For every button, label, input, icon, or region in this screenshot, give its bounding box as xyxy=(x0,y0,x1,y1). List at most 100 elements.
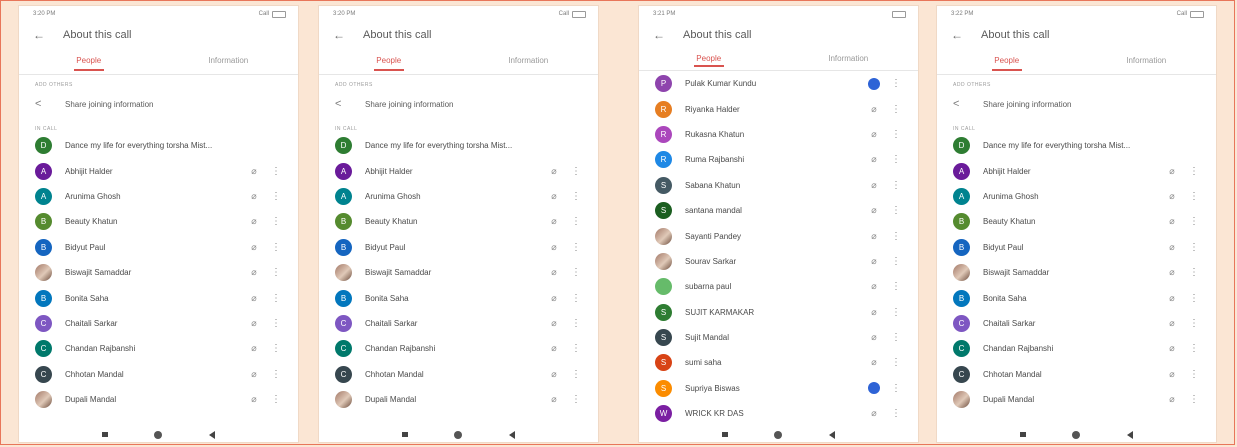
more-options-icon[interactable]: ⋮ xyxy=(1184,267,1204,278)
share-joining-info-button[interactable]: < Share joining information xyxy=(19,89,298,119)
participant-row[interactable]: P Pulak Kumar Kundu ⋮ xyxy=(639,71,918,96)
more-options-icon[interactable]: ⋮ xyxy=(886,180,906,191)
more-options-icon[interactable]: ⋮ xyxy=(566,267,586,278)
participant-row[interactable]: B Bidyut Paul ⌀ ⋮ xyxy=(319,235,598,260)
back-icon[interactable] xyxy=(208,430,215,439)
more-options-icon[interactable]: ⋮ xyxy=(566,343,586,354)
recents-icon[interactable] xyxy=(1020,432,1027,437)
participant-row[interactable]: A Arunima Ghosh ⌀ ⋮ xyxy=(319,184,598,209)
participant-row[interactable]: C Chhotan Mandal ⌀ ⋮ xyxy=(319,362,598,387)
tab-people[interactable]: People xyxy=(19,48,159,74)
more-options-icon[interactable]: ⋮ xyxy=(266,293,286,304)
participant-row[interactable]: A Arunima Ghosh ⌀ ⋮ xyxy=(937,184,1216,209)
more-options-icon[interactable]: ⋮ xyxy=(566,216,586,227)
more-options-icon[interactable]: ⋮ xyxy=(266,343,286,354)
participant-row[interactable]: W WRICK KR DAS ⌀ ⋮ xyxy=(639,401,918,426)
more-options-icon[interactable]: ⋮ xyxy=(266,394,286,405)
back-arrow-icon[interactable]: ← xyxy=(333,28,363,42)
participant-row[interactable]: Ssantana mandal ⌀ ⋮ xyxy=(639,198,918,223)
more-options-icon[interactable]: ⋮ xyxy=(566,394,586,405)
more-options-icon[interactable]: ⋮ xyxy=(886,256,906,267)
participant-row[interactable]: Biswajit Samaddar ⌀ ⋮ xyxy=(937,260,1216,285)
participant-row[interactable]: B Beauty Khatun ⌀ ⋮ xyxy=(19,209,298,234)
participant-row[interactable]: Dupali Mandal ⌀ ⋮ xyxy=(937,387,1216,412)
participant-row[interactable]: Ssumi saha ⌀ ⋮ xyxy=(639,350,918,375)
participant-row[interactable]: B Bonita Saha ⌀ ⋮ xyxy=(937,285,1216,310)
participant-row[interactable]: B Bidyut Paul ⌀ ⋮ xyxy=(19,235,298,260)
participant-row[interactable]: Dupali Mandal ⌀ ⋮ xyxy=(319,387,598,412)
tab-people[interactable]: People xyxy=(937,48,1077,74)
recents-icon[interactable] xyxy=(722,432,729,437)
participant-row[interactable]: A Abhijit Halder ⌀ ⋮ xyxy=(937,158,1216,183)
more-options-icon[interactable]: ⋮ xyxy=(266,267,286,278)
more-options-icon[interactable]: ⋮ xyxy=(266,369,286,380)
participant-row[interactable]: A Abhijit Halder ⌀ ⋮ xyxy=(319,158,598,183)
participant-row[interactable]: D Dance my life for everything torsha Mis… xyxy=(319,133,598,158)
more-options-icon[interactable]: ⋮ xyxy=(566,191,586,202)
participant-row[interactable]: R Ruma Rajbanshi ⌀ ⋮ xyxy=(639,147,918,172)
participant-row[interactable]: subarna paul ⌀ ⋮ xyxy=(639,274,918,299)
participant-row[interactable]: B Bidyut Paul ⌀ ⋮ xyxy=(937,235,1216,260)
more-options-icon[interactable]: ⋮ xyxy=(566,293,586,304)
more-options-icon[interactable]: ⋮ xyxy=(886,154,906,165)
back-arrow-icon[interactable]: ← xyxy=(33,28,63,42)
home-icon[interactable] xyxy=(154,430,163,439)
tab-people[interactable]: People xyxy=(639,48,779,70)
more-options-icon[interactable]: ⋮ xyxy=(886,129,906,140)
tab-information[interactable]: Information xyxy=(1077,48,1217,74)
recents-icon[interactable] xyxy=(402,432,409,437)
back-arrow-icon[interactable]: ← xyxy=(653,28,683,42)
share-joining-info-button[interactable]: < Share joining information xyxy=(319,89,598,119)
participant-row[interactable]: Sayanti Pandey ⌀ ⋮ xyxy=(639,223,918,248)
back-icon[interactable] xyxy=(508,430,515,439)
participant-row[interactable]: C Chaitali Sarkar ⌀ ⋮ xyxy=(937,311,1216,336)
participant-row[interactable]: A Abhijit Halder ⌀ ⋮ xyxy=(19,158,298,183)
more-options-icon[interactable]: ⋮ xyxy=(566,318,586,329)
home-icon[interactable] xyxy=(774,430,783,439)
participant-row[interactable]: C Chandan Rajbanshi ⌀ ⋮ xyxy=(19,336,298,361)
back-icon[interactable] xyxy=(828,430,835,439)
more-options-icon[interactable]: ⋮ xyxy=(886,307,906,318)
more-options-icon[interactable]: ⋮ xyxy=(886,78,906,89)
participant-row[interactable]: D Dance my life for everything torsha Mis… xyxy=(937,133,1216,158)
more-options-icon[interactable]: ⋮ xyxy=(566,369,586,380)
more-options-icon[interactable]: ⋮ xyxy=(266,242,286,253)
back-icon[interactable] xyxy=(1126,430,1133,439)
more-options-icon[interactable]: ⋮ xyxy=(1184,343,1204,354)
more-options-icon[interactable]: ⋮ xyxy=(266,166,286,177)
participant-row[interactable]: A Arunima Ghosh ⌀ ⋮ xyxy=(19,184,298,209)
more-options-icon[interactable]: ⋮ xyxy=(266,216,286,227)
participant-row[interactable]: Dupali Mandal ⌀ ⋮ xyxy=(19,387,298,412)
tab-information[interactable]: Information xyxy=(159,48,299,74)
more-options-icon[interactable]: ⋮ xyxy=(886,281,906,292)
more-options-icon[interactable]: ⋮ xyxy=(1184,242,1204,253)
participant-row[interactable]: D Dance my life for everything torsha Mis… xyxy=(19,133,298,158)
more-options-icon[interactable]: ⋮ xyxy=(886,205,906,216)
participant-row[interactable]: Biswajit Samaddar ⌀ ⋮ xyxy=(319,260,598,285)
tab-information[interactable]: Information xyxy=(779,48,919,70)
participant-row[interactable]: S Supriya Biswas ⋮ xyxy=(639,376,918,401)
participant-row[interactable]: B Beauty Khatun ⌀ ⋮ xyxy=(319,209,598,234)
more-options-icon[interactable]: ⋮ xyxy=(886,383,906,394)
more-options-icon[interactable]: ⋮ xyxy=(1184,216,1204,227)
more-options-icon[interactable]: ⋮ xyxy=(886,408,906,419)
more-options-icon[interactable]: ⋮ xyxy=(566,242,586,253)
more-options-icon[interactable]: ⋮ xyxy=(266,191,286,202)
participant-row[interactable]: C Chhotan Mandal ⌀ ⋮ xyxy=(937,362,1216,387)
more-options-icon[interactable]: ⋮ xyxy=(566,166,586,177)
participant-row[interactable]: R Rukasna Khatun ⌀ ⋮ xyxy=(639,122,918,147)
more-options-icon[interactable]: ⋮ xyxy=(886,231,906,242)
tab-information[interactable]: Information xyxy=(459,48,599,74)
more-options-icon[interactable]: ⋮ xyxy=(1184,318,1204,329)
participant-row[interactable]: B Bonita Saha ⌀ ⋮ xyxy=(19,285,298,310)
participant-row[interactable]: Biswajit Samaddar ⌀ ⋮ xyxy=(19,260,298,285)
participant-row[interactable]: C Chandan Rajbanshi ⌀ ⋮ xyxy=(319,336,598,361)
more-options-icon[interactable]: ⋮ xyxy=(1184,191,1204,202)
participant-row[interactable]: S Sujit Mandal ⌀ ⋮ xyxy=(639,325,918,350)
more-options-icon[interactable]: ⋮ xyxy=(1184,394,1204,405)
participant-row[interactable]: B Beauty Khatun ⌀ ⋮ xyxy=(937,209,1216,234)
back-arrow-icon[interactable]: ← xyxy=(951,28,981,42)
recents-icon[interactable] xyxy=(102,432,109,437)
more-options-icon[interactable]: ⋮ xyxy=(886,357,906,368)
participant-row[interactable]: R Riyanka Halder ⌀ ⋮ xyxy=(639,96,918,121)
